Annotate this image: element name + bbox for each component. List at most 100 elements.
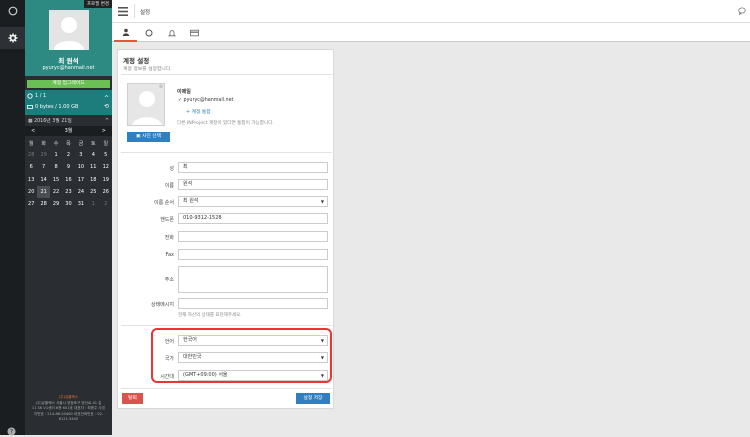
storage-icon: [27, 105, 33, 109]
calendar-month-bar: < 3월 >: [25, 126, 112, 136]
calendar-day[interactable]: 17: [75, 174, 87, 186]
chat-bubble-icon[interactable]: [738, 7, 746, 17]
icon-rail: ?: [0, 0, 25, 437]
calendar-icon: ▦: [28, 119, 33, 124]
mobile-label: 핸드폰: [160, 217, 174, 223]
merge-account-link[interactable]: + 계정 통합: [186, 108, 211, 115]
calendar-day[interactable]: 2: [62, 149, 74, 161]
upgrade-account-button[interactable]: 계정 업그레이드: [27, 80, 110, 88]
name-order-label: 이름 순서: [154, 200, 174, 206]
calendar-date: 2016년 3월 21일: [34, 119, 72, 124]
calendar-day[interactable]: 1: [50, 149, 62, 161]
prev-month-icon[interactable]: <: [31, 126, 35, 136]
mobile-input[interactable]: 010-9312-1528: [178, 213, 328, 224]
highlight-box: [151, 328, 332, 383]
week-row: 28 29 1 2 3 4 5: [25, 149, 112, 161]
merge-note: 다른 INProject 계정이 있다면 통합이 가능합니다.: [177, 121, 274, 126]
calendar-day[interactable]: 11: [87, 161, 99, 173]
calendar-day[interactable]: 7: [37, 161, 49, 173]
sidebar: 프로필 변경 최 원석 pyuryc@hanmail.net 계정 업그레이드 …: [25, 0, 112, 435]
profile-header: 프로필 변경 최 원석 pyuryc@hanmail.net: [25, 0, 112, 76]
calendar-day[interactable]: 13: [25, 174, 37, 186]
settings-tabs: [112, 23, 750, 42]
tab-status[interactable]: [137, 23, 160, 42]
first-name-input[interactable]: 원석: [178, 179, 328, 190]
save-settings-button[interactable]: 설정 저장: [296, 393, 330, 404]
select-photo-button[interactable]: ▣ 사진 선택: [127, 132, 170, 142]
weekday: 금: [78, 140, 84, 147]
weekday: 수: [53, 140, 59, 147]
calendar-day[interactable]: 14: [37, 174, 49, 186]
fax-input[interactable]: [178, 249, 328, 260]
calendar-day[interactable]: 1: [87, 198, 99, 210]
calendar-day[interactable]: 8: [50, 161, 62, 173]
tab-payment[interactable]: [183, 23, 206, 42]
bell-icon: [167, 29, 176, 36]
calendar-day[interactable]: 9: [62, 161, 74, 173]
weekday: 목: [66, 140, 71, 147]
calendar-day[interactable]: 28: [25, 149, 37, 161]
chevron-up-icon[interactable]: ^: [105, 117, 109, 126]
calendar-day[interactable]: 29: [50, 198, 62, 210]
calendar-day[interactable]: 24: [75, 186, 87, 198]
calendar-day[interactable]: 2: [100, 198, 112, 210]
address-label: 주소: [164, 277, 174, 283]
edit-profile-button[interactable]: 프로필 변경: [83, 0, 112, 8]
address-textarea[interactable]: [178, 266, 328, 293]
gear-icon[interactable]: [7, 32, 18, 43]
email-heading: 이메일: [177, 89, 191, 95]
last-name-input[interactable]: 최: [178, 162, 328, 173]
circle-icon[interactable]: [7, 5, 18, 16]
remove-photo-icon[interactable]: ⊗: [159, 84, 163, 90]
weekday: 화: [41, 140, 46, 147]
calendar-day[interactable]: 4: [87, 149, 99, 161]
calendar-day[interactable]: 25: [87, 186, 99, 198]
weekday: 월: [28, 140, 34, 147]
calendar-day[interactable]: 5: [100, 149, 112, 161]
calendar-day[interactable]: 18: [87, 174, 99, 186]
circle-icon: [145, 29, 152, 36]
question-circle-icon[interactable]: ?: [6, 426, 17, 437]
calendar-day[interactable]: 22: [50, 186, 62, 198]
divider: [121, 74, 332, 75]
calendar-day[interactable]: 16: [62, 174, 74, 186]
email-value: pyuryc@hanmail.net: [183, 98, 234, 103]
calendar-day[interactable]: 10: [75, 161, 87, 173]
next-month-icon[interactable]: >: [102, 126, 106, 136]
calendar-day[interactable]: 29: [37, 149, 49, 161]
calendar-day[interactable]: 31: [75, 198, 87, 210]
projects-usage: 1 / 1: [27, 93, 46, 99]
weekday: 토: [91, 140, 96, 147]
calendar-day-today[interactable]: 21: [37, 185, 50, 198]
name-order-select[interactable]: 최 원석 ▼: [178, 196, 328, 207]
card-subtitle: 계정 정보를 설정합니다.: [123, 67, 172, 72]
calendar-day[interactable]: 20: [25, 186, 37, 198]
calendar-month: 3월: [64, 128, 73, 134]
status-message-input[interactable]: [178, 298, 328, 309]
calendar-day[interactable]: 3: [75, 149, 87, 161]
calendar-day[interactable]: 6: [25, 161, 37, 173]
refresh-icon[interactable]: ⟲: [104, 103, 109, 110]
calendar-day[interactable]: 27: [25, 198, 37, 210]
page-title: 설정: [140, 10, 151, 16]
divider: [121, 325, 332, 326]
tab-notifications[interactable]: [160, 23, 183, 42]
calendar-day[interactable]: 19: [100, 174, 112, 186]
calendar-day[interactable]: 30: [62, 198, 74, 210]
phone-input[interactable]: [178, 231, 328, 242]
collapse-icon[interactable]: ^: [104, 95, 109, 102]
calendar-day[interactable]: 26: [100, 186, 112, 198]
calendar-day[interactable]: 23: [62, 186, 74, 198]
week-row: 6 7 8 9 10 11 12: [25, 161, 112, 173]
calendar-day[interactable]: 28: [37, 198, 49, 210]
user-email: pyuryc@hanmail.net: [42, 65, 95, 71]
calendar-day[interactable]: 15: [50, 174, 62, 186]
usage-panel: 1 / 1 0 bytes / 1.00 GB ^ ⟲: [25, 90, 112, 115]
tab-account[interactable]: [114, 23, 137, 42]
week-row: 13 14 15 16 17 18 19: [25, 174, 112, 186]
week-row: 20 21 22 23 24 25 26: [25, 185, 112, 198]
calendar-day[interactable]: 12: [100, 161, 112, 173]
avatar[interactable]: [49, 10, 89, 50]
hamburger-menu-icon[interactable]: [118, 7, 128, 18]
leave-button[interactable]: 탈퇴: [122, 393, 143, 404]
